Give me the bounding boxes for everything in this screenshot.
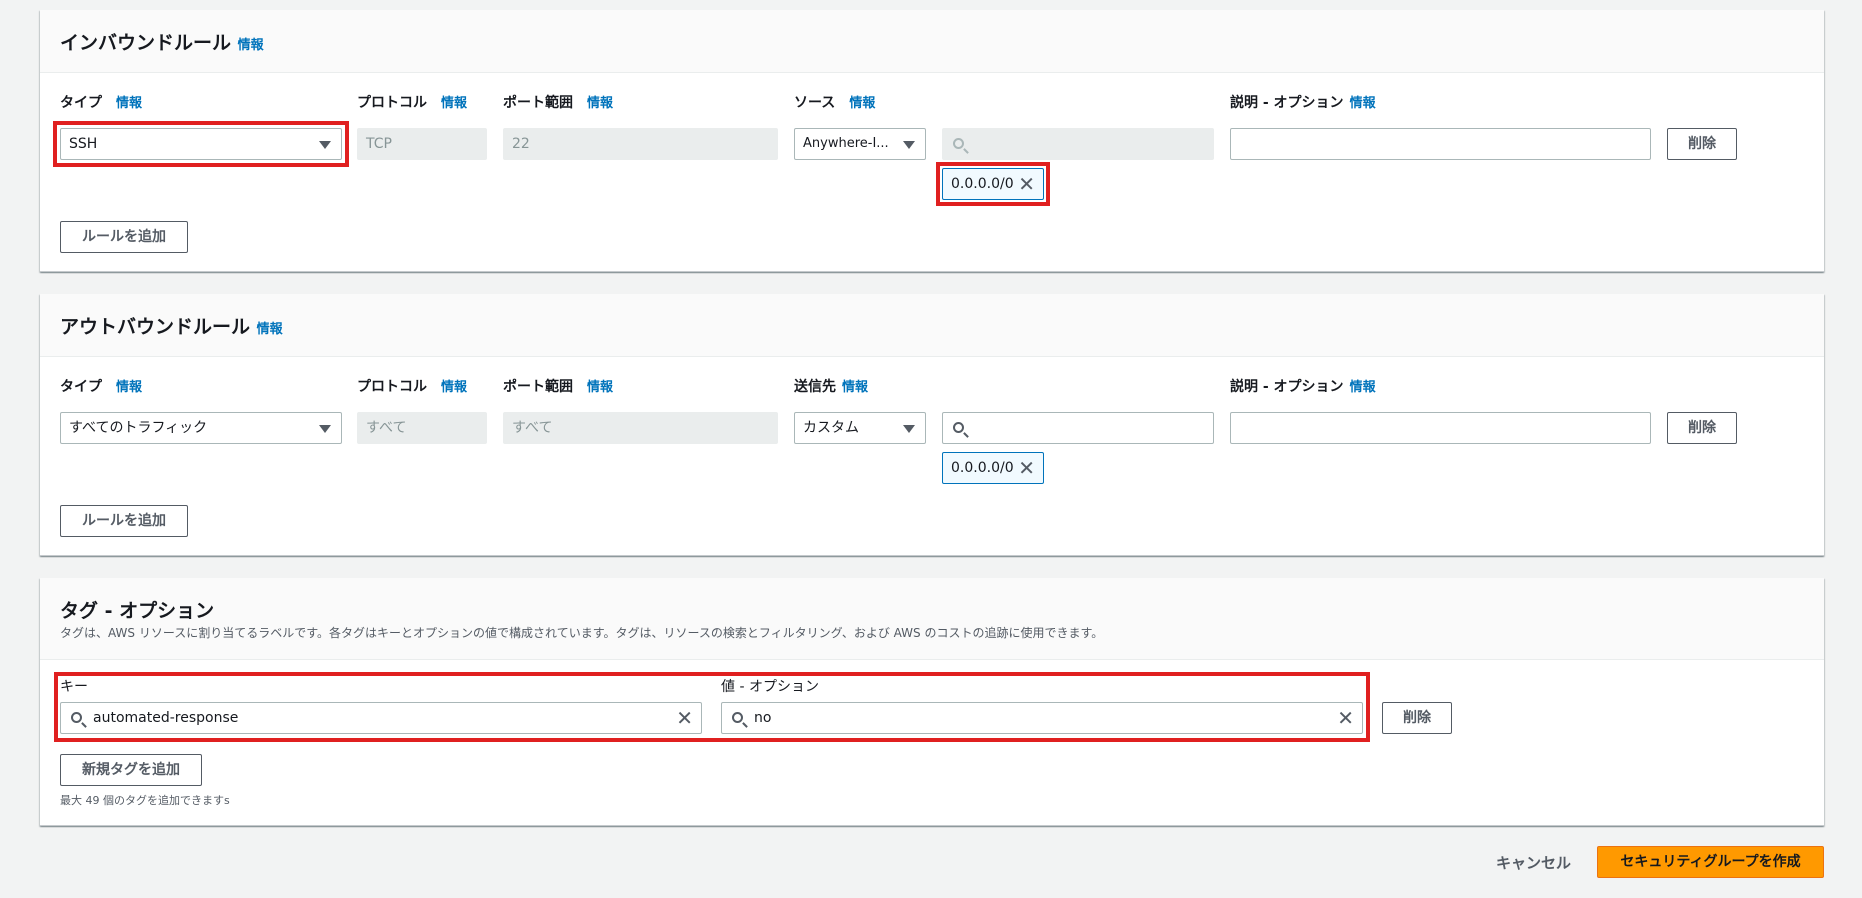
inbound-protocol-label-text: プロトコル bbox=[357, 95, 427, 111]
inbound-port-value: 22 bbox=[512, 136, 530, 152]
inbound-rules-title: インバウンドルール 情報 bbox=[60, 28, 264, 55]
tags-limit-note: 最大 49 個のタグを追加できますs bbox=[60, 794, 230, 807]
inbound-description-label: 説明 - オプション 情報 bbox=[1230, 92, 1376, 112]
inbound-protocol-info-link[interactable]: 情報 bbox=[441, 96, 467, 111]
outbound-rules-title-text: アウトバウンドルール bbox=[60, 316, 251, 338]
inbound-port-label-text: ポート範囲 bbox=[503, 95, 573, 111]
inbound-rules-info-link[interactable]: 情報 bbox=[238, 38, 264, 53]
outbound-add-rule-button[interactable]: ルールを追加 bbox=[60, 505, 188, 537]
outbound-description-info-link[interactable]: 情報 bbox=[1350, 380, 1376, 395]
inbound-cidr-highlight bbox=[936, 162, 1050, 206]
outbound-port-info-link[interactable]: 情報 bbox=[587, 380, 613, 395]
inbound-port-label: ポート範囲 情報 bbox=[503, 92, 613, 112]
close-icon[interactable]: ✕ bbox=[1018, 453, 1035, 483]
tags-description: タグは、AWS リソースに割り当てるラベルです。各タグはキーとオプションの値で構… bbox=[60, 626, 1104, 640]
outbound-destination-info-link[interactable]: 情報 bbox=[842, 380, 868, 395]
inbound-type-label-text: タイプ bbox=[60, 95, 102, 111]
outbound-port-label-text: ポート範囲 bbox=[503, 379, 573, 395]
inbound-delete-button[interactable]: 削除 bbox=[1667, 128, 1737, 160]
outbound-port-value: すべて bbox=[512, 420, 553, 436]
outbound-protocol-info-link[interactable]: 情報 bbox=[441, 380, 467, 395]
tags-title: タグ - オプション bbox=[60, 600, 215, 622]
inbound-add-rule-button[interactable]: ルールを追加 bbox=[60, 221, 188, 253]
outbound-description-input[interactable] bbox=[1230, 412, 1651, 444]
outbound-rules-header: アウトバウンドルール 情報 bbox=[40, 294, 1824, 357]
inbound-port-field: 22 bbox=[503, 128, 778, 160]
outbound-description-label: 説明 - オプション 情報 bbox=[1230, 376, 1376, 396]
outbound-type-select[interactable]: すべてのトラフィック bbox=[60, 412, 342, 444]
outbound-rules-info-link[interactable]: 情報 bbox=[257, 322, 283, 337]
add-tag-button[interactable]: 新規タグを追加 bbox=[60, 754, 202, 786]
tag-delete-button[interactable]: 削除 bbox=[1382, 702, 1452, 734]
outbound-description-label-text: 説明 - オプション bbox=[1230, 379, 1344, 395]
outbound-destination-label: 送信先 情報 bbox=[794, 376, 868, 396]
search-icon bbox=[953, 138, 964, 149]
outbound-protocol-label-text: プロトコル bbox=[357, 379, 427, 395]
outbound-destination-label-text: 送信先 bbox=[794, 379, 836, 395]
outbound-port-field: すべて bbox=[503, 412, 778, 444]
inbound-description-input[interactable] bbox=[1230, 128, 1651, 160]
caret-down-icon bbox=[903, 425, 915, 433]
inbound-source-select[interactable]: Anywhere-I... bbox=[794, 128, 926, 160]
outbound-port-label: ポート範囲 情報 bbox=[503, 376, 613, 396]
outbound-cidr-token[interactable]: 0.0.0.0/0 ✕ bbox=[942, 452, 1044, 484]
inbound-rules-header: インバウンドルール 情報 bbox=[40, 10, 1824, 73]
outbound-cidr-token-text: 0.0.0.0/0 bbox=[951, 460, 1014, 476]
inbound-protocol-field: TCP bbox=[357, 128, 487, 160]
outbound-destination-select-value: カスタム bbox=[803, 420, 859, 436]
inbound-source-select-value: Anywhere-I... bbox=[803, 136, 889, 151]
inbound-protocol-value: TCP bbox=[366, 136, 392, 152]
tag-inputs-highlight bbox=[54, 672, 1370, 742]
inbound-description-label-text: 説明 - オプション bbox=[1230, 95, 1344, 111]
inbound-rules-title-text: インバウンドルール bbox=[60, 32, 232, 54]
outbound-type-info-link[interactable]: 情報 bbox=[116, 380, 142, 395]
outbound-type-select-value: すべてのトラフィック bbox=[69, 420, 208, 436]
outbound-protocol-value: すべて bbox=[366, 420, 407, 436]
caret-down-icon bbox=[319, 425, 331, 433]
outbound-destination-search-input[interactable] bbox=[942, 412, 1214, 444]
tags-panel: タグ - オプション タグは、AWS リソースに割り当てるラベルです。各タグはキ… bbox=[40, 578, 1824, 826]
create-security-group-button[interactable]: セキュリティグループを作成 bbox=[1597, 846, 1824, 878]
inbound-source-label-text: ソース bbox=[794, 95, 836, 111]
outbound-type-label-text: タイプ bbox=[60, 379, 102, 395]
cancel-button[interactable]: キャンセル bbox=[1496, 852, 1571, 873]
tags-header: タグ - オプション タグは、AWS リソースに割り当てるラベルです。各タグはキ… bbox=[40, 578, 1824, 660]
inbound-source-info-link[interactable]: 情報 bbox=[849, 96, 875, 111]
inbound-rules-panel: インバウンドルール 情報 タイプ 情報 プロトコル 情報 ポート範囲 情報 ソース 情報… bbox=[40, 10, 1824, 272]
outbound-type-label: タイプ 情報 bbox=[60, 376, 142, 396]
outbound-protocol-field: すべて bbox=[357, 412, 487, 444]
outbound-delete-button[interactable]: 削除 bbox=[1667, 412, 1737, 444]
caret-down-icon bbox=[903, 141, 915, 149]
inbound-port-info-link[interactable]: 情報 bbox=[587, 96, 613, 111]
inbound-type-info-link[interactable]: 情報 bbox=[116, 96, 142, 111]
inbound-source-search-input[interactable] bbox=[942, 128, 1214, 160]
search-icon bbox=[953, 422, 964, 433]
inbound-source-label: ソース 情報 bbox=[794, 92, 875, 112]
inbound-type-label: タイプ 情報 bbox=[60, 92, 142, 112]
inbound-protocol-label: プロトコル 情報 bbox=[357, 92, 467, 112]
outbound-rules-title: アウトバウンドルール 情報 bbox=[60, 312, 283, 339]
outbound-protocol-label: プロトコル 情報 bbox=[357, 376, 467, 396]
outbound-rules-panel: アウトバウンドルール 情報 タイプ 情報 プロトコル 情報 ポート範囲 情報 送信先情… bbox=[40, 294, 1824, 556]
inbound-type-highlight bbox=[53, 121, 349, 167]
outbound-destination-select[interactable]: カスタム bbox=[794, 412, 926, 444]
inbound-description-info-link[interactable]: 情報 bbox=[1350, 96, 1376, 111]
